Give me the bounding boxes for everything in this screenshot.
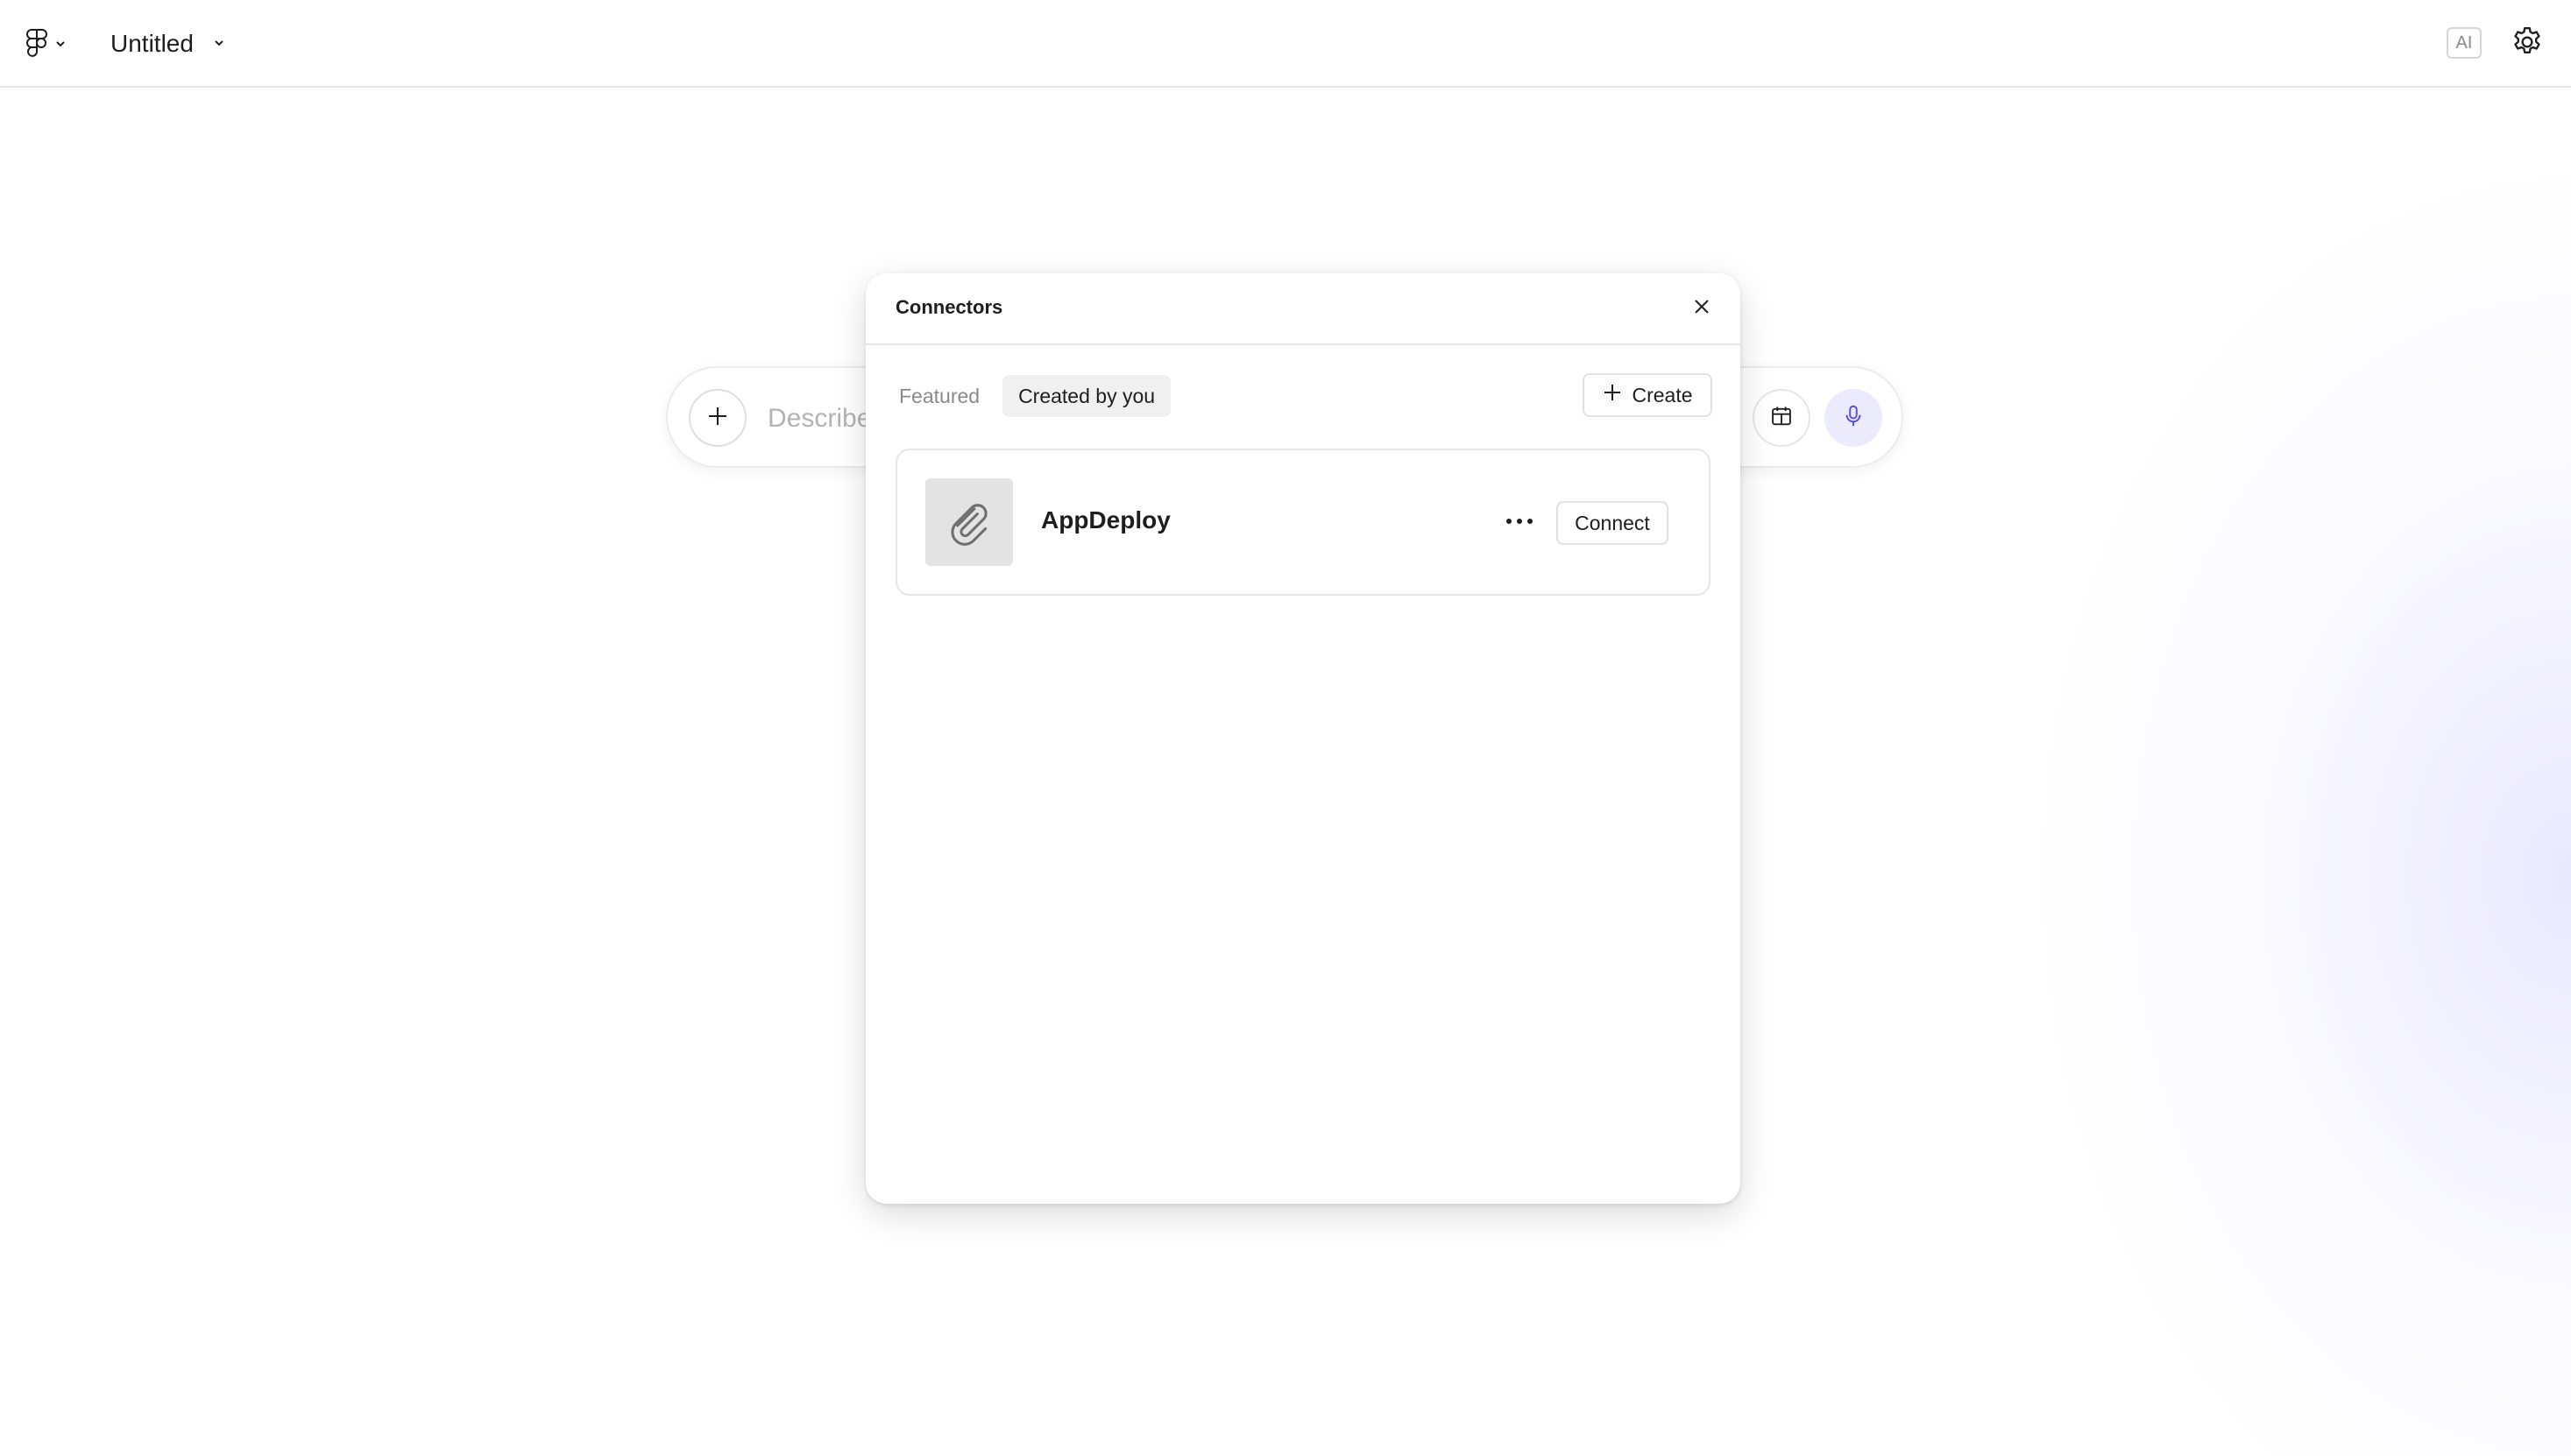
- chevron-down-icon: [54, 39, 67, 48]
- connectors-dialog: Connectors Featured Created by you Creat…: [866, 273, 1740, 1204]
- file-name: Untitled: [110, 30, 194, 57]
- calendar-button[interactable]: [1753, 389, 1810, 447]
- connector-tabs: Featured Created by you: [883, 375, 1172, 417]
- paperclip-icon: [925, 478, 1013, 566]
- more-horizontal-icon: [1504, 514, 1535, 530]
- microphone-icon: [1840, 403, 1866, 434]
- close-button[interactable]: [1686, 293, 1718, 324]
- connect-button[interactable]: Connect: [1556, 501, 1668, 545]
- gear-icon: [2510, 25, 2545, 64]
- figma-logo-icon: [26, 29, 47, 59]
- ai-badge[interactable]: AI: [2447, 27, 2482, 59]
- create-label: Create: [1632, 383, 1693, 406]
- connector-name: AppDeploy: [1041, 506, 1171, 534]
- connector-card: AppDeploy Connect: [896, 449, 1710, 596]
- file-title-menu[interactable]: Untitled: [110, 26, 225, 61]
- top-bar: Untitled AI: [0, 0, 2571, 88]
- tab-created-by-you[interactable]: Created by you: [1002, 375, 1172, 417]
- plus-icon: [706, 405, 729, 432]
- dialog-title: Connectors: [896, 296, 1003, 318]
- main-menu-button[interactable]: [26, 25, 67, 63]
- more-options-button[interactable]: [1498, 505, 1540, 540]
- create-connector-button[interactable]: Create: [1583, 373, 1712, 417]
- settings-button[interactable]: [2508, 25, 2546, 63]
- voice-input-button[interactable]: [1824, 389, 1882, 447]
- add-attachment-button[interactable]: [689, 389, 747, 447]
- calendar-icon: [1769, 404, 1794, 433]
- tab-featured[interactable]: Featured: [883, 375, 995, 417]
- close-icon: [1691, 296, 1712, 322]
- plus-icon: [1602, 382, 1623, 408]
- dialog-header: Connectors: [866, 273, 1740, 345]
- chevron-down-icon: [213, 36, 225, 52]
